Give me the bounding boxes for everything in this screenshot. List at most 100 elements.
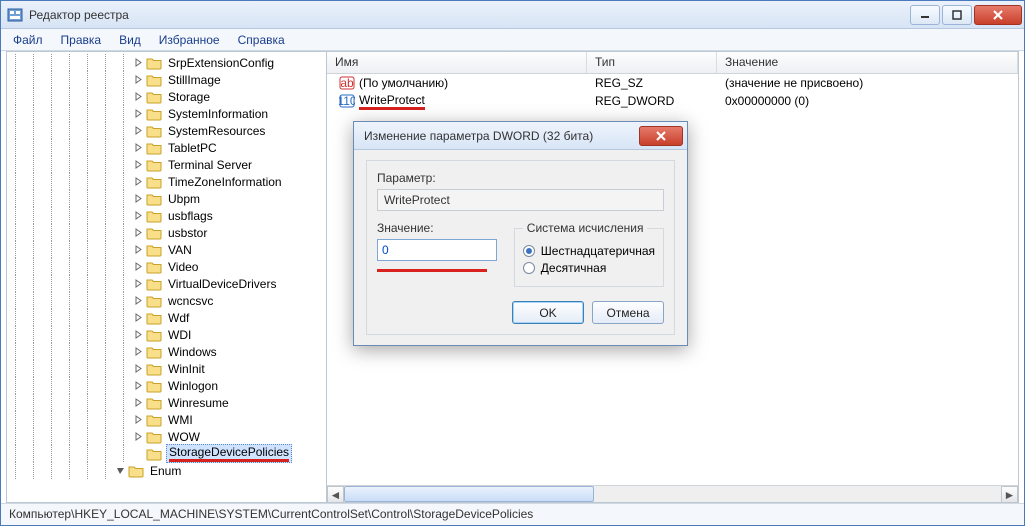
tree-item[interactable]: Terminal Server bbox=[7, 156, 326, 173]
tree-item[interactable]: Enum bbox=[7, 462, 326, 479]
tree-label: Winlogon bbox=[166, 379, 220, 393]
tree-item[interactable]: SystemResources bbox=[7, 122, 326, 139]
expand-icon[interactable] bbox=[133, 244, 144, 255]
tree-item[interactable]: Video bbox=[7, 258, 326, 275]
tree-item[interactable]: WMI bbox=[7, 411, 326, 428]
list-row[interactable]: 110WriteProtectREG_DWORD0x00000000 (0) bbox=[327, 92, 1018, 110]
row-name: (По умолчанию) bbox=[359, 76, 448, 90]
tree-item[interactable]: wcncsvc bbox=[7, 292, 326, 309]
param-label: Параметр: bbox=[377, 171, 664, 185]
tree-label: Video bbox=[166, 260, 200, 274]
row-value: (значение не присвоено) bbox=[717, 76, 1018, 90]
tree-item[interactable]: usbstor bbox=[7, 224, 326, 241]
tree-label: SystemInformation bbox=[166, 107, 270, 121]
tree-item[interactable]: SystemInformation bbox=[7, 105, 326, 122]
titlebar[interactable]: Редактор реестра bbox=[1, 1, 1024, 29]
menu-help[interactable]: Справка bbox=[230, 31, 293, 49]
expand-icon[interactable] bbox=[115, 465, 126, 476]
expand-icon[interactable] bbox=[133, 312, 144, 323]
menu-view[interactable]: Вид bbox=[111, 31, 149, 49]
value-label: Значение: bbox=[377, 221, 498, 235]
radio-dec[interactable]: Десятичная bbox=[523, 261, 655, 275]
registry-editor-window: Редактор реестра Файл Правка Вид Избранн… bbox=[0, 0, 1025, 526]
expand-icon[interactable] bbox=[133, 363, 144, 374]
expand-icon[interactable] bbox=[133, 397, 144, 408]
col-value[interactable]: Значение bbox=[717, 52, 1018, 73]
tree-pane[interactable]: SrpExtensionConfig StillImageStorage Syste… bbox=[7, 52, 327, 502]
expand-icon[interactable] bbox=[133, 380, 144, 391]
row-type: REG_SZ bbox=[587, 76, 717, 90]
expand-icon[interactable] bbox=[133, 74, 144, 85]
dialog-close-button[interactable] bbox=[639, 126, 683, 146]
expand-icon[interactable] bbox=[133, 431, 144, 442]
value-input[interactable] bbox=[377, 239, 497, 261]
tree-item[interactable]: StillImage bbox=[7, 71, 326, 88]
expand-icon[interactable] bbox=[133, 295, 144, 306]
svg-text:ab: ab bbox=[340, 76, 354, 90]
tree-item[interactable]: VAN bbox=[7, 241, 326, 258]
dialog-titlebar[interactable]: Изменение параметра DWORD (32 бита) bbox=[354, 122, 687, 150]
tree-label: Winresume bbox=[166, 396, 231, 410]
expand-icon[interactable] bbox=[133, 142, 144, 153]
tree-label: StillImage bbox=[166, 73, 223, 87]
cancel-button[interactable]: Отмена bbox=[592, 301, 664, 324]
window-title: Редактор реестра bbox=[29, 8, 908, 22]
tree-item[interactable]: TabletPC bbox=[7, 139, 326, 156]
minimize-button[interactable] bbox=[910, 5, 940, 25]
tree-item[interactable]: SrpExtensionConfig bbox=[7, 54, 326, 71]
expand-icon[interactable] bbox=[133, 193, 144, 204]
tree-item[interactable]: Wdf bbox=[7, 309, 326, 326]
scroll-right-icon[interactable]: ► bbox=[1001, 486, 1018, 503]
param-field bbox=[377, 189, 664, 211]
scroll-thumb[interactable] bbox=[344, 486, 594, 502]
expand-icon[interactable] bbox=[133, 57, 144, 68]
expand-icon[interactable] bbox=[133, 125, 144, 136]
ok-button[interactable]: OK bbox=[512, 301, 584, 324]
tree-label: SrpExtensionConfig bbox=[166, 56, 276, 70]
expand-icon[interactable] bbox=[133, 261, 144, 272]
tree-label: WDI bbox=[166, 328, 193, 342]
menu-file[interactable]: Файл bbox=[5, 31, 51, 49]
expand-icon[interactable] bbox=[133, 329, 144, 340]
expand-icon[interactable] bbox=[133, 227, 144, 238]
tree-item[interactable]: WinInit bbox=[7, 360, 326, 377]
expand-icon[interactable] bbox=[133, 176, 144, 187]
tree-item[interactable]: Storage bbox=[7, 88, 326, 105]
menu-edit[interactable]: Правка bbox=[53, 31, 110, 49]
col-name[interactable]: Имя bbox=[327, 52, 587, 73]
maximize-button[interactable] bbox=[942, 5, 972, 25]
tree-item[interactable]: WOW bbox=[7, 428, 326, 445]
tree-item[interactable]: StorageDevicePolicies bbox=[7, 445, 326, 462]
expand-icon[interactable] bbox=[133, 108, 144, 119]
radio-dec-label: Десятичная bbox=[541, 261, 607, 275]
tree-label: WMI bbox=[166, 413, 195, 427]
expand-icon[interactable] bbox=[133, 159, 144, 170]
expand-icon[interactable] bbox=[133, 448, 144, 459]
tree-item[interactable]: Winresume bbox=[7, 394, 326, 411]
radio-dot-icon bbox=[523, 245, 535, 257]
tree-item[interactable]: usbflags bbox=[7, 207, 326, 224]
tree-item[interactable]: Windows bbox=[7, 343, 326, 360]
scroll-left-icon[interactable]: ◄ bbox=[327, 486, 344, 503]
tree-label: wcncsvc bbox=[166, 294, 215, 308]
expand-icon[interactable] bbox=[133, 414, 144, 425]
tree-label: Windows bbox=[166, 345, 219, 359]
tree-label: Terminal Server bbox=[166, 158, 254, 172]
radio-hex[interactable]: Шестнадцатеричная bbox=[523, 244, 655, 258]
tree-item[interactable]: VirtualDeviceDrivers bbox=[7, 275, 326, 292]
tree-item[interactable]: WDI bbox=[7, 326, 326, 343]
close-button[interactable] bbox=[974, 5, 1022, 25]
menu-favorites[interactable]: Избранное bbox=[151, 31, 228, 49]
expand-icon[interactable] bbox=[133, 346, 144, 357]
annotation-underline bbox=[377, 269, 487, 272]
expand-icon[interactable] bbox=[133, 278, 144, 289]
scroll-track[interactable] bbox=[344, 486, 1001, 502]
tree-item[interactable]: TimeZoneInformation bbox=[7, 173, 326, 190]
expand-icon[interactable] bbox=[133, 91, 144, 102]
tree-item[interactable]: Winlogon bbox=[7, 377, 326, 394]
expand-icon[interactable] bbox=[133, 210, 144, 221]
col-type[interactable]: Тип bbox=[587, 52, 717, 73]
list-row[interactable]: ab (По умолчанию) REG_SZ(значение не присв… bbox=[327, 74, 1018, 92]
hscrollbar[interactable]: ◄ ► bbox=[327, 485, 1018, 502]
tree-item[interactable]: Ubpm bbox=[7, 190, 326, 207]
